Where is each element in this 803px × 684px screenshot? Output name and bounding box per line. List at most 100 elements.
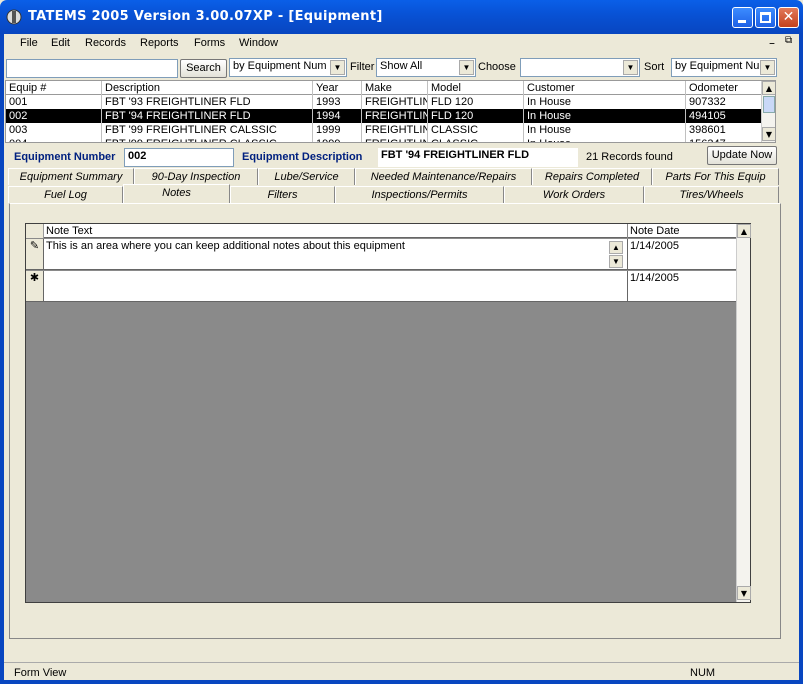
table-cell[interactable]: 1999	[313, 123, 362, 137]
update-now-button[interactable]: Update Now	[707, 146, 777, 165]
table-cell[interactable]: 1993	[313, 95, 362, 109]
note-text-column-header[interactable]: Note Text	[46, 224, 92, 238]
notes-subform: Note Text Note Date ✎ This is an area wh…	[25, 223, 751, 603]
choose-label: Choose	[478, 61, 516, 73]
table-cell[interactable]: 004	[6, 137, 102, 142]
tab-repairs-completed[interactable]: Repairs Completed	[532, 168, 652, 185]
note-date-field[interactable]: 1/14/2005	[628, 239, 736, 270]
table-cell[interactable]: In House	[524, 109, 686, 123]
tab-lube-service[interactable]: Lube/Service	[258, 168, 355, 185]
table-cell[interactable]: CLASSIC	[428, 137, 524, 142]
table-cell[interactable]: FREIGHTLINE	[362, 109, 428, 123]
tab-equipment-summary[interactable]: Equipment Summary	[8, 168, 134, 185]
search-by-select[interactable]: by Equipment Num ▼	[229, 58, 347, 77]
table-cell[interactable]: 494105	[686, 109, 761, 123]
menu-window[interactable]: Window	[239, 37, 278, 49]
scroll-up-icon[interactable]: ▲	[762, 81, 775, 95]
new-note-text-field[interactable]	[44, 271, 627, 302]
new-note-date-field[interactable]: 1/14/2005	[628, 271, 736, 302]
table-cell[interactable]: FBT '93 FREIGHTLINER FLD	[102, 95, 313, 109]
scroll-up-icon[interactable]: ▲	[609, 241, 623, 254]
tab-90-day-inspection[interactable]: 90-Day Inspection	[134, 168, 258, 185]
choose-select[interactable]: ▼	[520, 58, 640, 77]
scroll-thumb[interactable]	[763, 96, 775, 113]
table-cell[interactable]: FREIGHTLINE	[362, 137, 428, 142]
note-text-field[interactable]: This is an area where you can keep addit…	[44, 239, 627, 270]
search-input[interactable]	[6, 59, 178, 78]
equipment-grid: Equip # Description Year Make Model Cust…	[5, 80, 776, 143]
column-header[interactable]: Description	[102, 81, 313, 95]
equipment-description-label: Equipment Description	[242, 151, 363, 163]
menu-records[interactable]: Records	[85, 37, 126, 49]
column-header[interactable]: Model	[428, 81, 524, 95]
filter-select[interactable]: Show All ▼	[376, 58, 476, 77]
table-cell[interactable]: 907332	[686, 95, 761, 109]
status-left: Form View	[14, 667, 67, 679]
sort-select[interactable]: by Equipment Nur ▼	[671, 58, 777, 77]
column-header[interactable]: Equip #	[6, 81, 102, 95]
minimize-button[interactable]	[732, 7, 753, 28]
mdi-minimize-icon[interactable]: –	[769, 36, 775, 50]
table-row[interactable]: 002 FBT '94 FREIGHTLINER FLD 1994 FREIGHTLI…	[6, 109, 761, 123]
table-row[interactable]: 001 FBT '93 FREIGHTLINER FLD 1993 FREIGHTLI…	[6, 95, 761, 109]
menu-reports[interactable]: Reports	[140, 37, 179, 49]
table-cell[interactable]: FBT '99 FREIGHTLINER CLASSIC	[102, 137, 313, 142]
scroll-down-icon[interactable]: ▼	[737, 586, 751, 600]
tab-parts-for-this-equip[interactable]: Parts For This Equip	[652, 168, 779, 185]
tab-tires-wheels[interactable]: Tires/Wheels	[644, 186, 779, 203]
table-cell[interactable]: In House	[524, 95, 686, 109]
status-bar	[4, 662, 799, 680]
table-cell[interactable]: 1999	[313, 137, 362, 142]
grid-scrollbar[interactable]: ▲ ▼	[761, 81, 775, 142]
table-cell[interactable]: FLD 120	[428, 95, 524, 109]
notes-scrollbar[interactable]: ▲ ▼	[736, 224, 751, 602]
table-cell[interactable]: FLD 120	[428, 109, 524, 123]
menu-forms[interactable]: Forms	[194, 37, 225, 49]
row-selector[interactable]: ✎	[26, 239, 44, 270]
menu-file[interactable]: File	[20, 37, 38, 49]
table-row[interactable]: 003 FBT '99 FREIGHTLINER CALSSIC 1999 FREIG…	[6, 123, 761, 137]
menu-edit[interactable]: Edit	[51, 37, 70, 49]
chevron-down-icon[interactable]: ▼	[330, 60, 345, 75]
tab-work-orders[interactable]: Work Orders	[504, 186, 644, 203]
tab-notes[interactable]: Notes	[123, 184, 230, 204]
new-row-selector[interactable]: ✱	[26, 271, 44, 302]
chevron-down-icon[interactable]: ▼	[760, 60, 775, 75]
table-cell[interactable]: FREIGHTLINE	[362, 123, 428, 137]
table-cell[interactable]: 003	[6, 123, 102, 137]
table-cell[interactable]: CLASSIC	[428, 123, 524, 137]
chevron-down-icon[interactable]: ▼	[623, 60, 638, 75]
column-header[interactable]: Odometer	[686, 81, 761, 95]
table-cell[interactable]: 156347	[686, 137, 761, 142]
scroll-down-icon[interactable]: ▼	[762, 127, 775, 141]
note-date-column-header[interactable]: Note Date	[630, 224, 680, 238]
close-button[interactable]: ✕	[778, 7, 799, 28]
table-cell[interactable]: FBT '99 FREIGHTLINER CALSSIC	[102, 123, 313, 137]
tab-filters[interactable]: Filters	[230, 186, 335, 203]
scroll-up-icon[interactable]: ▲	[737, 224, 751, 238]
table-cell[interactable]: 398601	[686, 123, 761, 137]
table-cell[interactable]: 002	[6, 109, 102, 123]
table-cell[interactable]: In House	[524, 123, 686, 137]
note-row[interactable]: ✎ This is an area where you can keep add…	[26, 239, 736, 270]
column-header[interactable]: Year	[313, 81, 362, 95]
table-row[interactable]: 004FBT '99 FREIGHTLINER CLASSIC1999FREIG…	[6, 137, 761, 142]
column-header[interactable]: Customer	[524, 81, 686, 95]
table-cell[interactable]: FREIGHTLINE	[362, 95, 428, 109]
sort-label: Sort	[644, 61, 665, 73]
mdi-restore-icon[interactable]: ⧉	[785, 35, 792, 46]
chevron-down-icon[interactable]: ▼	[459, 60, 474, 75]
tab-needed-maintenance-repairs[interactable]: Needed Maintenance/Repairs	[355, 168, 532, 185]
tab-inspections-permits[interactable]: Inspections/Permits	[335, 186, 504, 203]
equipment-number-field[interactable]: 002	[124, 148, 234, 167]
table-cell[interactable]: 1994	[313, 109, 362, 123]
maximize-button[interactable]	[755, 7, 776, 28]
table-cell[interactable]: FBT '94 FREIGHTLINER FLD	[102, 109, 313, 123]
table-cell[interactable]: 001	[6, 95, 102, 109]
table-cell[interactable]: In House	[524, 137, 686, 142]
scroll-down-icon[interactable]: ▼	[609, 255, 623, 268]
search-button[interactable]: Search	[180, 59, 227, 78]
tab-fuel-log[interactable]: Fuel Log	[8, 186, 123, 203]
column-header[interactable]: Make	[362, 81, 428, 95]
new-note-row[interactable]: ✱ 1/14/2005	[26, 271, 736, 302]
